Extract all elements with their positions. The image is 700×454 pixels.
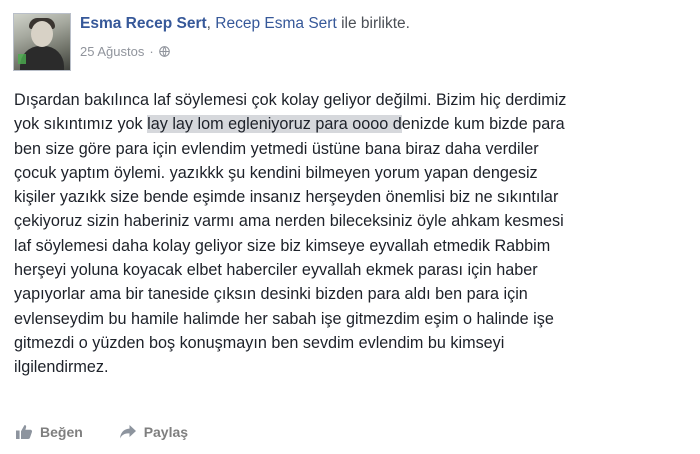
share-label: Paylaş <box>143 424 189 440</box>
post-text-segment: herşeyi yoluna koyacak elbet haberciler … <box>14 261 538 280</box>
post-text-line: yapıyorlar ama bir taneside çıksın desin… <box>14 282 694 306</box>
avatar-figure-head <box>31 21 53 47</box>
post-date[interactable]: 25 Ağustos <box>80 44 144 59</box>
post-text-segment: yapıyorlar ama bir taneside çıksın desin… <box>14 285 528 304</box>
share-button[interactable]: Paylaş <box>119 424 188 440</box>
globe-icon[interactable] <box>158 46 170 57</box>
post-text-segment: çekiyoruz sizin haberiniz varmı ama nerd… <box>14 212 564 231</box>
like-button[interactable]: Beğen <box>15 424 83 440</box>
post-meta: 25 Ağustos · <box>80 44 170 59</box>
thumbs-up-icon <box>16 425 33 439</box>
meta-dot: · <box>149 44 154 59</box>
post-text-line: yok sıkıntımız yok lay lay lom egleniyor… <box>14 112 694 136</box>
post-text-segment: enizde kum bizde para <box>401 115 565 134</box>
post-text: Dışardan bakılınca laf söylemesi çok kol… <box>14 88 694 380</box>
post-text-line: ben size göre para için evlendim yetmedi… <box>14 137 694 161</box>
facebook-post: Esma Recep Sert, Recep Esma Sert ile bir… <box>0 0 700 454</box>
post-text-segment: gitmezdi o yüzden boş konuşmayın ben sev… <box>14 333 505 352</box>
post-text-line: laf söylemesi daha kolay geliyor size bi… <box>14 234 694 258</box>
post-header: Esma Recep Sert, Recep Esma Sert ile bir… <box>80 15 410 33</box>
post-text-line: ilgilendirmez. <box>14 355 694 379</box>
like-label: Beğen <box>40 424 83 440</box>
author-name[interactable]: Esma Recep Sert <box>80 15 207 32</box>
post-text-line: gitmezdi o yüzden boş konuşmayın ben sev… <box>14 331 694 355</box>
post-text-line: çocuk yaptım öylemi. yazıkkk şu kendini … <box>14 161 694 185</box>
post-text-line: kişiler yazıkk size bende eşimde insanız… <box>14 185 694 209</box>
post-text-line: herşeyi yoluna koyacak elbet haberciler … <box>14 258 694 282</box>
post-text-segment: Dışardan bakılınca laf söylemesi çok kol… <box>14 91 567 109</box>
post-text-segment: evlenseydim bu hamile halimde her sabah … <box>14 309 554 328</box>
post-text-line: çekiyoruz sizin haberiniz varmı ama nerd… <box>14 209 694 233</box>
post-text-segment: çocuk yaptım öylemi. yazıkkk şu kendini … <box>14 163 538 182</box>
share-arrow-icon <box>119 425 136 439</box>
post-text-segment: laf söylemesi daha kolay geliyor size bi… <box>14 236 551 255</box>
selected-text: lay lay lom egleniyoruz para oooo d <box>147 115 402 134</box>
post-text-segment: yok sıkıntımız yok <box>14 115 148 134</box>
post-text-line: evlenseydim bu hamile halimde her sabah … <box>14 307 694 331</box>
header-separator: , <box>206 15 211 32</box>
tagged-user-name[interactable]: Recep Esma Sert <box>215 15 336 32</box>
post-text-segment: ben size göre para için evlendim yetmedi… <box>14 139 539 158</box>
post-text-line: Dışardan bakılınca laf söylemesi çok kol… <box>14 88 694 112</box>
with-suffix: ile birlikte. <box>341 15 410 32</box>
post-actions: Beğen Paylaş <box>15 424 220 443</box>
post-text-segment: ilgilendirmez. <box>14 358 109 377</box>
avatar-tag <box>18 54 26 64</box>
avatar[interactable] <box>13 13 71 71</box>
post-text-segment: kişiler yazıkk size bende eşimde insanız… <box>14 188 559 207</box>
